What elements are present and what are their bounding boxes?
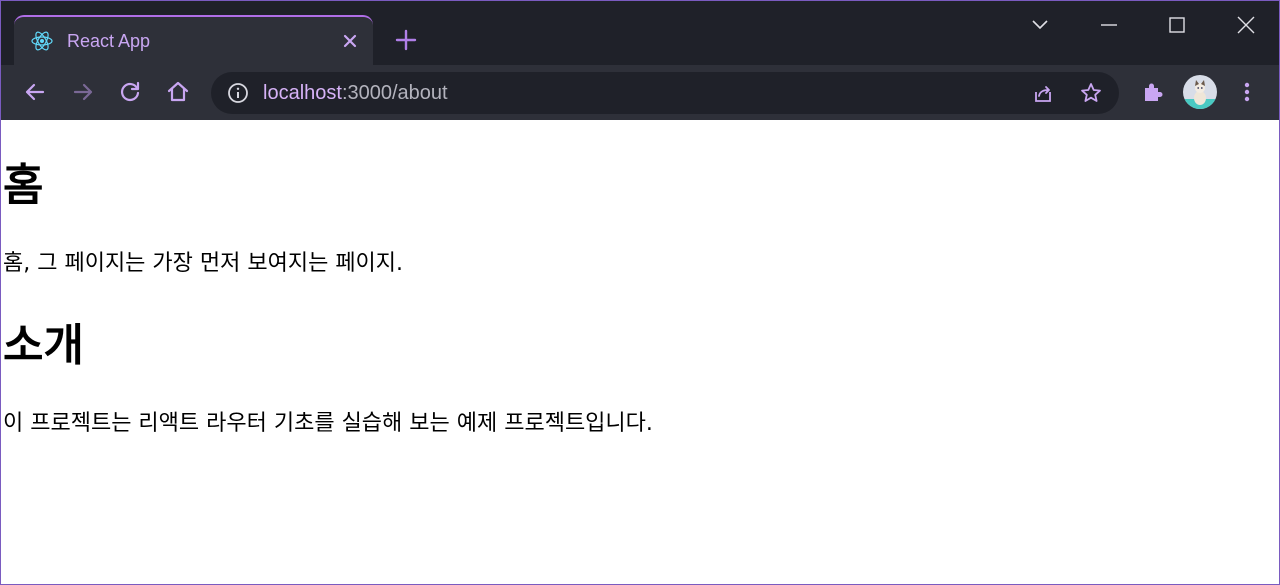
browser-window: React App localhost:3000/about 홈 홈, 그 페이… xyxy=(0,0,1280,585)
home-icon[interactable] xyxy=(165,79,191,105)
share-icon[interactable] xyxy=(1031,82,1055,106)
avatar[interactable] xyxy=(1183,75,1217,109)
home-heading: 홈 xyxy=(3,160,44,211)
url-text[interactable]: localhost:3000/about xyxy=(263,81,448,105)
url-host: localhost xyxy=(263,82,342,104)
tab-strip: React App xyxy=(1,1,1279,65)
minimize-icon[interactable] xyxy=(1097,13,1121,37)
back-arrow-icon[interactable] xyxy=(22,79,48,105)
plus-icon[interactable] xyxy=(393,27,419,53)
star-icon[interactable] xyxy=(1079,81,1103,105)
page-content: 홈 홈, 그 페이지는 가장 먼저 보여지는 페이지. 소개 이 프로젝트는 리… xyxy=(1,120,1279,584)
reload-icon[interactable] xyxy=(117,79,143,105)
react-logo-icon xyxy=(31,31,53,51)
close-icon[interactable] xyxy=(338,29,362,53)
puzzle-icon[interactable] xyxy=(1140,79,1166,105)
tab-title: React App xyxy=(67,31,151,51)
url-path: :3000/about xyxy=(341,82,448,104)
tab-react-app[interactable]: React App xyxy=(14,15,373,65)
forward-arrow-icon[interactable] xyxy=(70,79,96,105)
profile-cat-icon xyxy=(1183,80,1217,109)
about-heading: 소개 xyxy=(3,320,84,371)
close-window-icon[interactable] xyxy=(1234,13,1258,37)
browser-toolbar: localhost:3000/about xyxy=(1,65,1279,120)
more-vert-icon[interactable] xyxy=(1234,79,1260,105)
home-description: 홈, 그 페이지는 가장 먼저 보여지는 페이지. xyxy=(3,251,404,276)
address-bar[interactable]: localhost:3000/about xyxy=(211,72,1119,114)
maximize-icon[interactable] xyxy=(1165,13,1189,37)
info-icon[interactable] xyxy=(227,82,249,104)
chevron-down-icon[interactable] xyxy=(1028,13,1052,37)
about-description: 이 프로젝트는 리액트 라우터 기초를 실습해 보는 예제 프로젝트입니다. xyxy=(3,411,653,436)
